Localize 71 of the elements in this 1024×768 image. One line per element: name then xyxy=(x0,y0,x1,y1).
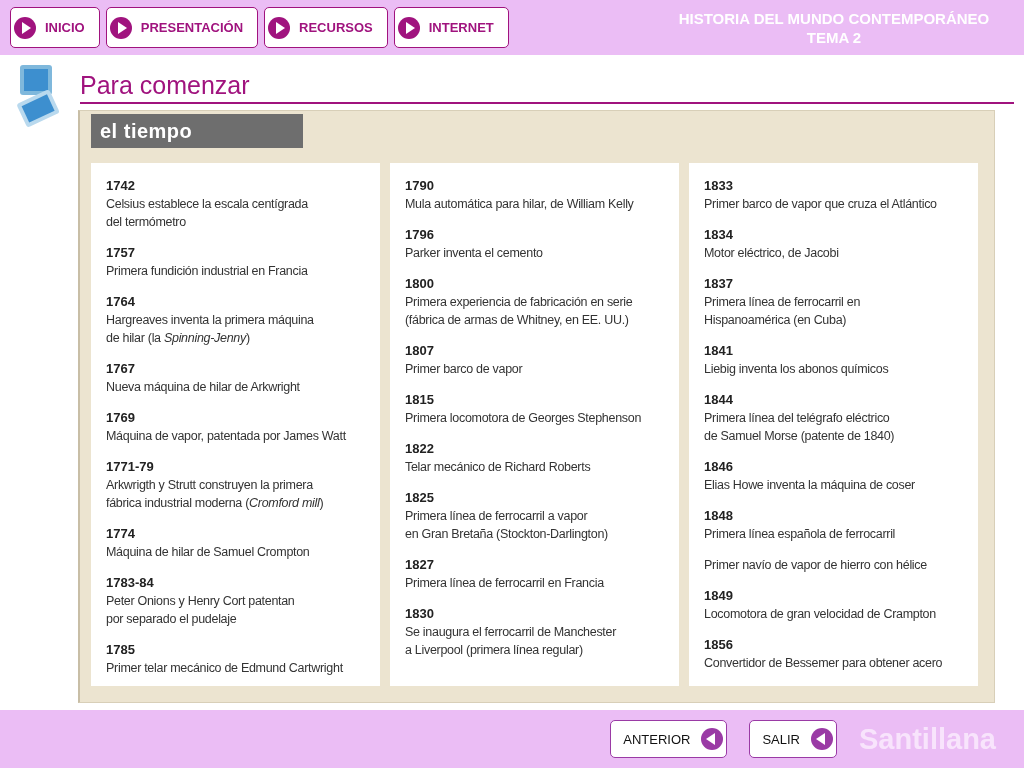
back-icon xyxy=(700,727,725,751)
event-year: 1841 xyxy=(704,342,734,360)
event-text: Elias Howe inventa la máquina de coser xyxy=(704,477,916,494)
event-text: Primera locomotora de Georges Stephenson xyxy=(405,410,643,427)
event-text: Parker inventa el cemento xyxy=(405,245,544,262)
event-year: 1846 xyxy=(704,458,734,476)
play-icon xyxy=(13,15,37,40)
event-text: Primera experiencia de fabricación en serie (fábrica de armas de Whitney, en EE. UU.) xyxy=(405,294,634,329)
event-text: Arkwrigth y Strutt construyen la primera fábrica industrial moderna (Cromford mill) xyxy=(106,477,325,512)
event-text: Primer navío de vapor de hierro con hélice xyxy=(704,557,928,574)
nav-button[interactable]: INTERNET xyxy=(393,7,509,48)
event-text: Convertidor de Bessemer para obtener acero xyxy=(704,655,944,672)
event-year: 1796 xyxy=(405,226,435,244)
course-title: HISTORIA DEL MUNDO CONTEMPORÁNEO xyxy=(677,8,991,28)
page-title: Para comenzar xyxy=(80,71,1014,104)
event-text: Primer telar mecánico de Edmund Cartwright xyxy=(106,660,344,677)
event-year: 1757 xyxy=(106,244,136,262)
nav-button[interactable]: SALIR xyxy=(749,720,837,758)
back-icon xyxy=(810,727,834,751)
event-year: 1785 xyxy=(106,641,136,659)
event-year: 1844 xyxy=(704,391,734,409)
event-year: 1856 xyxy=(704,636,734,654)
event-year: 1815 xyxy=(405,391,435,409)
event-text: Primera línea de ferrocarril en Hispanoamérica (en Cuba) xyxy=(704,294,862,329)
event-year: 1849 xyxy=(704,587,734,605)
event-year: 1769 xyxy=(106,409,136,427)
event-text: Se inaugura el ferrocarril de Manchester a Liverpool (primera línea regular) xyxy=(405,624,618,659)
event-text: Celsius establece la escala centígrada del termómetro xyxy=(106,196,309,231)
event-year: 1742 xyxy=(106,177,136,195)
event-year: 1848 xyxy=(704,507,734,525)
event-text: Motor eléctrico, de Jacobi xyxy=(704,245,840,262)
event-year: 1827 xyxy=(405,556,435,574)
event-text: Máquina de hilar de Samuel Crompton xyxy=(106,544,311,561)
event-year: 1764 xyxy=(106,293,136,311)
event-text: Primera línea de ferrocarril a vapor en Gran Bretaña (Stockton-Darlington) xyxy=(405,508,609,543)
nav-button[interactable]: ANTERIOR xyxy=(610,720,728,758)
event-year: 1834 xyxy=(704,226,734,244)
event-year: 1830 xyxy=(405,605,435,623)
event-year: 1771-79 xyxy=(106,458,155,476)
event-text: Telar mecánico de Richard Roberts xyxy=(405,459,592,476)
event-year: 1774 xyxy=(106,525,136,543)
event-year: 1833 xyxy=(704,177,734,195)
event-year: 1790 xyxy=(405,177,435,195)
event-year: 1822 xyxy=(405,440,435,458)
event-text: Hargreaves inventa la primera máquina de hilar (la Spinning-Jenny) xyxy=(106,312,315,347)
event-text: Peter Onions y Henry Cort patentan por separado el pudelaje xyxy=(106,593,296,628)
play-icon xyxy=(396,15,421,40)
nav-button[interactable]: INICIO xyxy=(10,7,100,48)
event-year: 1800 xyxy=(405,275,435,293)
panel-heading: el tiempo xyxy=(91,114,303,148)
event-text: Primer barco de vapor xyxy=(405,361,524,378)
event-text: Primer barco de vapor que cruza el Atlántico xyxy=(704,196,938,213)
event-year: 1825 xyxy=(405,489,435,507)
event-year: 1783-84 xyxy=(106,574,155,592)
event-text: Mula automática para hilar, de William Kelly xyxy=(405,196,635,213)
play-icon xyxy=(108,15,133,40)
event-text: Liebig inventa los abonos químicos xyxy=(704,361,890,378)
event-text: Primera línea del telégrafo eléctrico de Samuel Morse (patente de 1840) xyxy=(704,410,896,445)
play-icon xyxy=(267,15,292,40)
event-text: Primera línea española de ferrocarril xyxy=(704,526,897,543)
event-text: Primera fundición industrial en Francia xyxy=(106,263,309,280)
event-text: Nueva máquina de hilar de Arkwright xyxy=(106,379,301,396)
course-subtitle: TEMA 2 xyxy=(805,27,863,47)
event-text: Máquina de vapor, patentada por James Watt xyxy=(106,428,347,445)
event-text: Locomotora de gran velocidad de Crampton xyxy=(704,606,937,623)
event-year: 1807 xyxy=(405,342,435,360)
event-text: Primera línea de ferrocarril en Francia xyxy=(405,575,605,592)
event-year: 1837 xyxy=(704,275,734,293)
event-year: 1767 xyxy=(106,360,136,378)
nav-button[interactable]: RECURSOS xyxy=(264,7,388,48)
nav-button[interactable]: PRESENTACIÓN xyxy=(105,7,259,48)
